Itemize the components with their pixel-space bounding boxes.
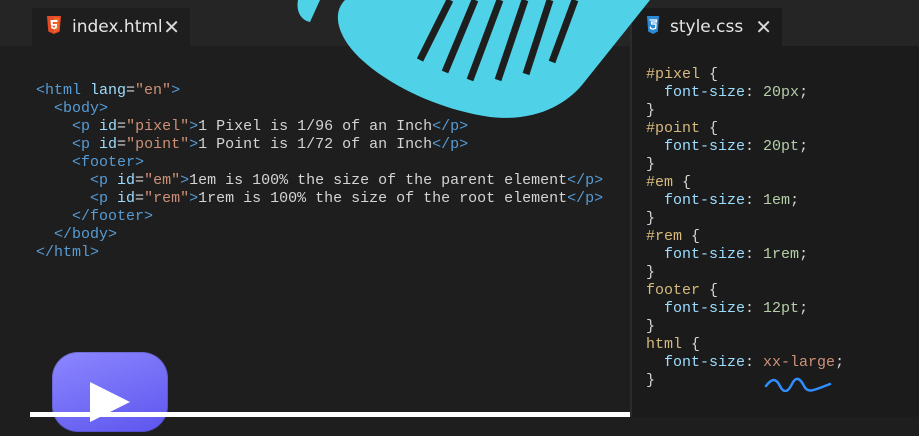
code-line-9: </body> [54, 226, 118, 243]
code-line-6: <p id="em">1em is 100% the size of the p… [90, 172, 604, 189]
code-line-3: <p id="pixel">1 Pixel is 1/96 of an Inch… [72, 118, 469, 135]
tab-label: style.css [670, 17, 744, 37]
bottom-strip [30, 412, 630, 417]
css-file-icon [646, 15, 660, 39]
code-line-10: </html> [36, 244, 100, 261]
tab-style-css[interactable]: style.css ✕ [632, 8, 782, 46]
code-line-7: <p id="rem">1rem is 100% the size of the… [90, 190, 604, 207]
css-rule-4: #rem { font-size: 1rem; } [646, 228, 809, 281]
close-tab-icon[interactable]: ✕ [163, 15, 180, 39]
code-line-1: <html lang="en"> [36, 82, 181, 99]
play-button[interactable] [52, 352, 168, 432]
css-rule-1: #pixel { font-size: 20px; } [646, 66, 809, 119]
html-code-block[interactable]: <html lang="en"> <body> <p id="pixel">1 … [36, 82, 603, 262]
code-line-4: <p id="point">1 Point is 1/72 of an Inch… [72, 136, 469, 153]
tab-index-html[interactable]: index.html ✕ [32, 8, 190, 46]
html-editor-pane: index.html ✕ <html lang="en"> <body> <p … [0, 0, 630, 432]
css-code-block[interactable]: #pixel { font-size: 20px; } #point { fon… [646, 66, 844, 390]
html5-icon [46, 15, 62, 39]
css-editor-pane: style.css ✕ #pixel { font-size: 20px; } … [632, 0, 919, 417]
css-rule-2: #point { font-size: 20pt; } [646, 120, 809, 173]
tab-label: index.html [72, 17, 163, 37]
squiggle-underline-icon [764, 377, 832, 392]
css-tab-bar: style.css ✕ [632, 0, 919, 46]
code-line-2: <body> [54, 100, 109, 117]
css-rule-5: footer { font-size: 12pt; } [646, 282, 809, 335]
code-line-5: <footer> [72, 154, 145, 171]
play-icon [90, 382, 130, 422]
code-line-8: </footer> [72, 208, 154, 225]
close-tab-icon[interactable]: ✕ [755, 15, 772, 39]
css-rule-3: #em { font-size: 1em; } [646, 174, 800, 227]
html-tab-bar: index.html ✕ [0, 0, 630, 46]
